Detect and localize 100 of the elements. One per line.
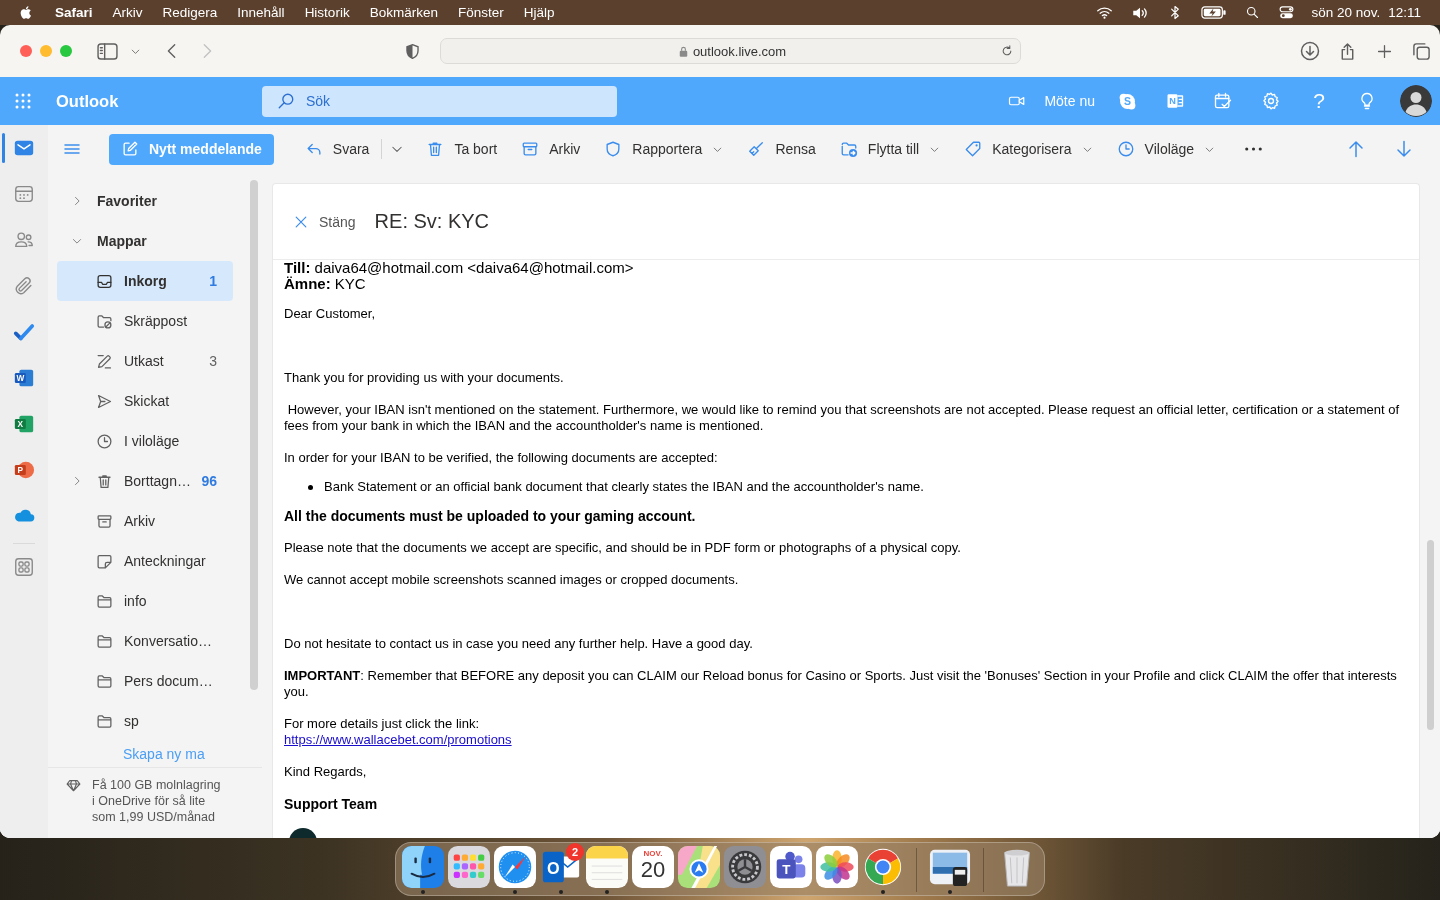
app-nav-button[interactable]: W bbox=[0, 355, 48, 401]
inbox-icon bbox=[96, 272, 113, 290]
search-icon[interactable] bbox=[1245, 5, 1261, 20]
browser-circle-icon[interactable] bbox=[862, 846, 904, 888]
battery-icon[interactable] bbox=[1201, 6, 1228, 19]
gear-icon[interactable] bbox=[724, 846, 766, 888]
sweep-button[interactable]: Rensa bbox=[741, 133, 822, 165]
scrollbar[interactable] bbox=[250, 180, 258, 690]
menu-item[interactable]: Historik bbox=[304, 5, 350, 20]
folder-icon bbox=[96, 632, 113, 650]
body-text: Do not hesitate to contact us in case you need any further help. Have a good day. bbox=[284, 636, 754, 652]
zoom-icon[interactable] bbox=[60, 45, 72, 57]
folder-item[interactable]: info bbox=[57, 581, 233, 621]
app-nav-button[interactable]: X bbox=[0, 401, 48, 447]
move-to-button[interactable]: Flytta till bbox=[833, 133, 947, 165]
body-text: Kind Regards, bbox=[284, 764, 368, 780]
close-button[interactable]: Stäng bbox=[293, 213, 356, 230]
reply-button[interactable]: Svara bbox=[298, 133, 376, 165]
map-icon[interactable] bbox=[678, 846, 720, 888]
menu-item[interactable]: Hjälp bbox=[523, 5, 555, 20]
app-menu[interactable]: Safari bbox=[55, 5, 93, 20]
menu-item[interactable]: Redigera bbox=[162, 5, 218, 20]
body-text: IMPORTANT: Remember that BEFORE any deposit you can CLAIM our Reload bonus for Casino or Sports. Just visit the 'Bonuses' Section in your Profile and click CLAIM the offer that interests you. bbox=[284, 668, 1398, 700]
body-text: For more details just click the link: https://www.wallacebet.com/promotions bbox=[284, 716, 513, 748]
body-text: We cannot accept mobile screenshots scanned images or cropped documents. bbox=[284, 572, 740, 588]
body-text: Dear Customer, bbox=[284, 306, 377, 322]
archive-box-icon bbox=[96, 512, 113, 530]
launchpad-icon[interactable] bbox=[448, 846, 490, 888]
wifi-icon[interactable] bbox=[1096, 4, 1114, 21]
body-text: Bank Statement or an official bank document that clearly states the IBAN and the accountholder's name. bbox=[324, 479, 924, 495]
folder-item[interactable]: Arkiv bbox=[57, 501, 233, 541]
body-text: Support Team bbox=[284, 796, 379, 812]
shield-icon bbox=[604, 140, 623, 158]
download-icon[interactable] bbox=[1300, 41, 1320, 61]
app-nav-button[interactable]: P bbox=[0, 447, 48, 493]
calendar-day: 20 bbox=[640, 858, 666, 882]
folder-item[interactable]: Borttagn… 96 bbox=[57, 461, 233, 501]
body-text: However, your IBAN isn't mentioned on the statement. Furthermore, we would like to remind you that screenshots are not accepted. Please request an official letter, certification or a statement of fees from your bank in which the IBAN and the accountholder's name is mentioned. bbox=[284, 402, 1401, 434]
tabs-icon[interactable] bbox=[1412, 41, 1431, 61]
notepad-icon[interactable] bbox=[586, 846, 628, 888]
scrollbar[interactable] bbox=[1427, 540, 1434, 730]
body-text: All the documents must be uploaded to your gaming account. bbox=[284, 508, 697, 524]
menu-item[interactable]: Arkiv bbox=[112, 5, 143, 20]
folder-icon bbox=[96, 712, 113, 730]
folder-item[interactable]: sp bbox=[57, 701, 233, 741]
menu-item[interactable]: Innehåll bbox=[237, 5, 285, 20]
calendar-month: NOV. bbox=[643, 849, 663, 858]
folder-section-header[interactable]: Favoriter bbox=[48, 181, 250, 221]
folder-section-header[interactable]: Mappar bbox=[48, 221, 250, 261]
app-launcher-icon[interactable] bbox=[14, 92, 32, 110]
junk-folder-icon bbox=[96, 312, 113, 330]
folder-item[interactable]: Inkorg 1 bbox=[57, 261, 233, 301]
control-center-icon[interactable] bbox=[1278, 4, 1296, 21]
categorize-button[interactable]: Kategorisera bbox=[958, 133, 1099, 165]
t-tile-icon[interactable]: T bbox=[770, 846, 812, 888]
body-text: Thank you for providing us with your documents. bbox=[284, 370, 565, 386]
snooze-button[interactable]: Viloläge bbox=[1110, 133, 1222, 165]
folder-item[interactable]: Skickat bbox=[57, 381, 233, 421]
note-icon bbox=[96, 552, 113, 570]
search-field[interactable]: Sök bbox=[262, 85, 617, 117]
folder-item[interactable]: Konversatio… bbox=[57, 621, 233, 661]
pencil-icon bbox=[96, 352, 113, 370]
archive-button[interactable]: Arkiv bbox=[515, 133, 587, 165]
calendar-app-icon[interactable]: NOV. 20 bbox=[632, 846, 674, 888]
folder-item[interactable]: Anteckningar bbox=[57, 541, 233, 581]
settings-icon bbox=[1261, 91, 1281, 111]
body-text: Please note that the documents we accept are specific, and should be in PDF form or photographs of a physical copy. bbox=[284, 540, 962, 556]
folder-icon bbox=[96, 672, 113, 690]
menu-item[interactable]: Bokmärken bbox=[369, 5, 438, 20]
folder-item[interactable]: I viloläge bbox=[57, 421, 233, 461]
clock-icon bbox=[1116, 140, 1135, 158]
app-name: Outlook bbox=[56, 91, 119, 111]
flower-icon[interactable] bbox=[816, 846, 858, 888]
notification-badge: 2 bbox=[566, 843, 584, 861]
message-subject: RE: Sv: KYC bbox=[374, 210, 490, 233]
reload-icon[interactable] bbox=[1000, 44, 1014, 58]
menu-bar-time[interactable]: 12:11 bbox=[1388, 5, 1421, 20]
plus-icon[interactable] bbox=[1376, 42, 1393, 60]
privacy-shield-icon[interactable] bbox=[404, 41, 421, 61]
menu-item[interactable]: Fönster bbox=[457, 5, 504, 20]
sidebar-icon[interactable] bbox=[97, 42, 118, 60]
close-icon[interactable] bbox=[20, 45, 32, 57]
finder-icon[interactable] bbox=[402, 846, 444, 888]
app-grid-icon bbox=[13, 556, 35, 578]
calendar-icon bbox=[13, 183, 35, 205]
more-icon bbox=[1245, 147, 1263, 151]
unread-count: 1 bbox=[209, 273, 217, 289]
report-button[interactable]: Rapportera bbox=[598, 133, 730, 165]
compass-icon[interactable] bbox=[494, 846, 536, 888]
apple-logo-icon[interactable] bbox=[19, 4, 34, 21]
folder-item[interactable]: Skräppost bbox=[57, 301, 233, 341]
menu-bar-date[interactable]: sön 20 nov. bbox=[1311, 5, 1381, 20]
avatar[interactable] bbox=[1400, 85, 1432, 117]
delete-button[interactable]: Ta bort bbox=[420, 133, 504, 165]
unread-count: 96 bbox=[201, 473, 217, 489]
folder-item[interactable]: Utkast 3 bbox=[57, 341, 233, 381]
folder-item[interactable]: Pers docum… bbox=[57, 661, 233, 701]
calendar-check-icon bbox=[1213, 91, 1233, 111]
link[interactable]: https://www.wallacebet.com/promotions bbox=[284, 732, 512, 747]
address-bar[interactable]: outlook.live.com bbox=[440, 38, 1021, 64]
